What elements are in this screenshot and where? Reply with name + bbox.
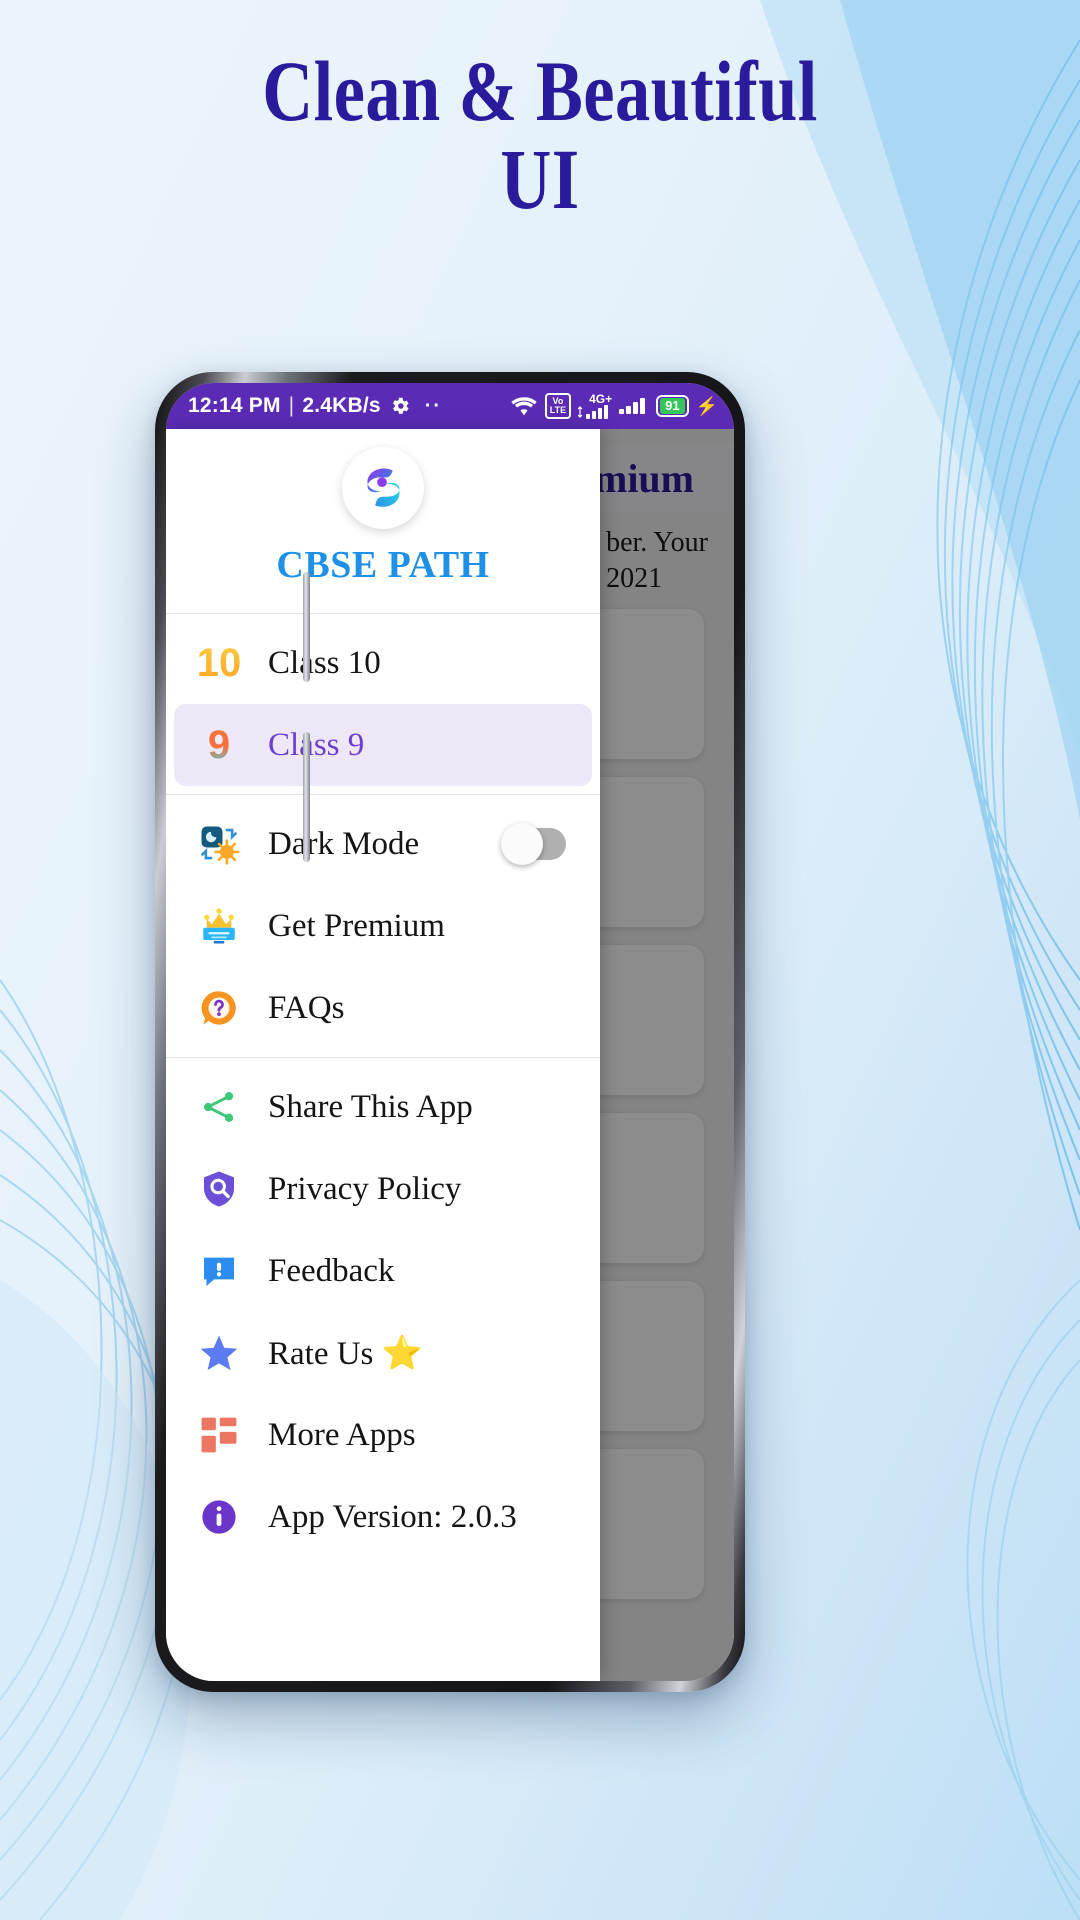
drawer-item-label: Rate Us ⭐ <box>268 1335 423 1372</box>
dark-mode-toggle[interactable] <box>501 823 566 865</box>
drawer-item-rate-us[interactable]: Rate Us ⭐ <box>174 1312 592 1394</box>
drawer-item-label: Class 10 <box>268 644 381 681</box>
star-icon <box>196 1332 242 1374</box>
status-bar-left: 12:14 PM | 2.4KB/s ·· <box>188 394 443 417</box>
crown-premium-icon <box>196 905 242 947</box>
drawer-item-label: Dark Mode <box>268 825 420 862</box>
drawer-item-label: Share This App <box>268 1088 473 1125</box>
signal-bars-icon <box>578 404 612 419</box>
drawer-item-share-this-app[interactable]: Share This App <box>174 1066 592 1148</box>
drawer-item-privacy-policy[interactable]: Privacy Policy <box>174 1148 592 1230</box>
navigation-drawer: CBSE PATH 10 Class 10 9 Class 9 Dark Mod… <box>166 429 600 1681</box>
drawer-settings-section: Dark Mode Get Premium FAQs <box>166 795 600 1057</box>
battery-percent: 91 <box>660 398 685 414</box>
info-icon <box>196 1498 242 1536</box>
signal-bars-icon-2 <box>619 398 649 414</box>
status-time: 12:14 PM <box>188 394 281 417</box>
drawer-item-label: Get Premium <box>268 907 445 944</box>
gear-icon <box>389 395 411 417</box>
network-label: 4G+ <box>589 391 613 406</box>
drawer-item-class-10[interactable]: 10 Class 10 <box>174 622 592 704</box>
number-10-icon: 10 <box>196 641 242 685</box>
drawer-header: CBSE PATH <box>166 429 600 613</box>
phone-mockup: 12:14 PM | 2.4KB/s ·· Vo LTE 4G+ 91 ⚡ Pr… <box>155 372 745 1692</box>
dark-mode-icon <box>196 823 242 865</box>
app-logo-icon <box>342 447 424 529</box>
phone-screen: 12:14 PM | 2.4KB/s ·· Vo LTE 4G+ 91 ⚡ Pr… <box>166 383 734 1681</box>
drawer-item-label: FAQs <box>268 989 345 1026</box>
volume-button[interactable] <box>303 572 310 682</box>
drawer-item-more-apps[interactable]: More Apps <box>174 1394 592 1476</box>
drawer-item-app-version[interactable]: App Version: 2.0.3 <box>174 1476 592 1558</box>
number-9-icon: 9 <box>207 723 231 767</box>
drawer-item-get-premium[interactable]: Get Premium <box>174 885 592 967</box>
share-icon <box>196 1087 242 1127</box>
drawer-item-label: App Version: 2.0.3 <box>268 1498 517 1535</box>
status-separator: | <box>288 394 295 417</box>
drawer-item-faqs[interactable]: FAQs <box>174 967 592 1049</box>
drawer-item-label: Class 9 <box>268 726 365 763</box>
drawer-item-label: Privacy Policy <box>268 1170 462 1207</box>
power-button[interactable] <box>303 732 310 862</box>
status-data-rate: 2.4KB/s <box>302 394 381 417</box>
drawer-actions-section: Share This App Privacy Policy Feedback R… <box>166 1058 600 1566</box>
drawer-item-label: Feedback <box>268 1252 395 1289</box>
drawer-item-dark-mode[interactable]: Dark Mode <box>174 803 592 885</box>
feedback-icon <box>196 1251 242 1291</box>
drawer-class-section: 10 Class 10 9 Class 9 <box>166 614 600 794</box>
charging-bolt-icon: ⚡ <box>695 395 718 416</box>
faq-question-icon <box>196 987 242 1029</box>
drawer-item-label: More Apps <box>268 1416 416 1453</box>
privacy-shield-icon <box>196 1169 242 1209</box>
wifi-icon <box>510 395 538 417</box>
network-type-group: 4G+ <box>578 391 613 419</box>
more-apps-grid-icon <box>196 1416 242 1454</box>
volte-icon: Vo LTE <box>544 393 572 419</box>
toggle-knob <box>501 823 543 865</box>
battery-icon: 91 <box>656 395 689 417</box>
headline-line-2: UI <box>500 130 580 227</box>
headline-line-1: Clean & Beautiful <box>262 43 818 139</box>
status-bar-right: Vo LTE 4G+ 91 ⚡ <box>510 393 718 419</box>
status-bar: 12:14 PM | 2.4KB/s ·· Vo LTE 4G+ 91 ⚡ <box>166 383 734 429</box>
drawer-item-class-9[interactable]: 9 Class 9 <box>174 704 592 786</box>
drawer-item-feedback[interactable]: Feedback <box>174 1230 592 1312</box>
page-title: Clean & Beautiful UI <box>97 47 983 227</box>
